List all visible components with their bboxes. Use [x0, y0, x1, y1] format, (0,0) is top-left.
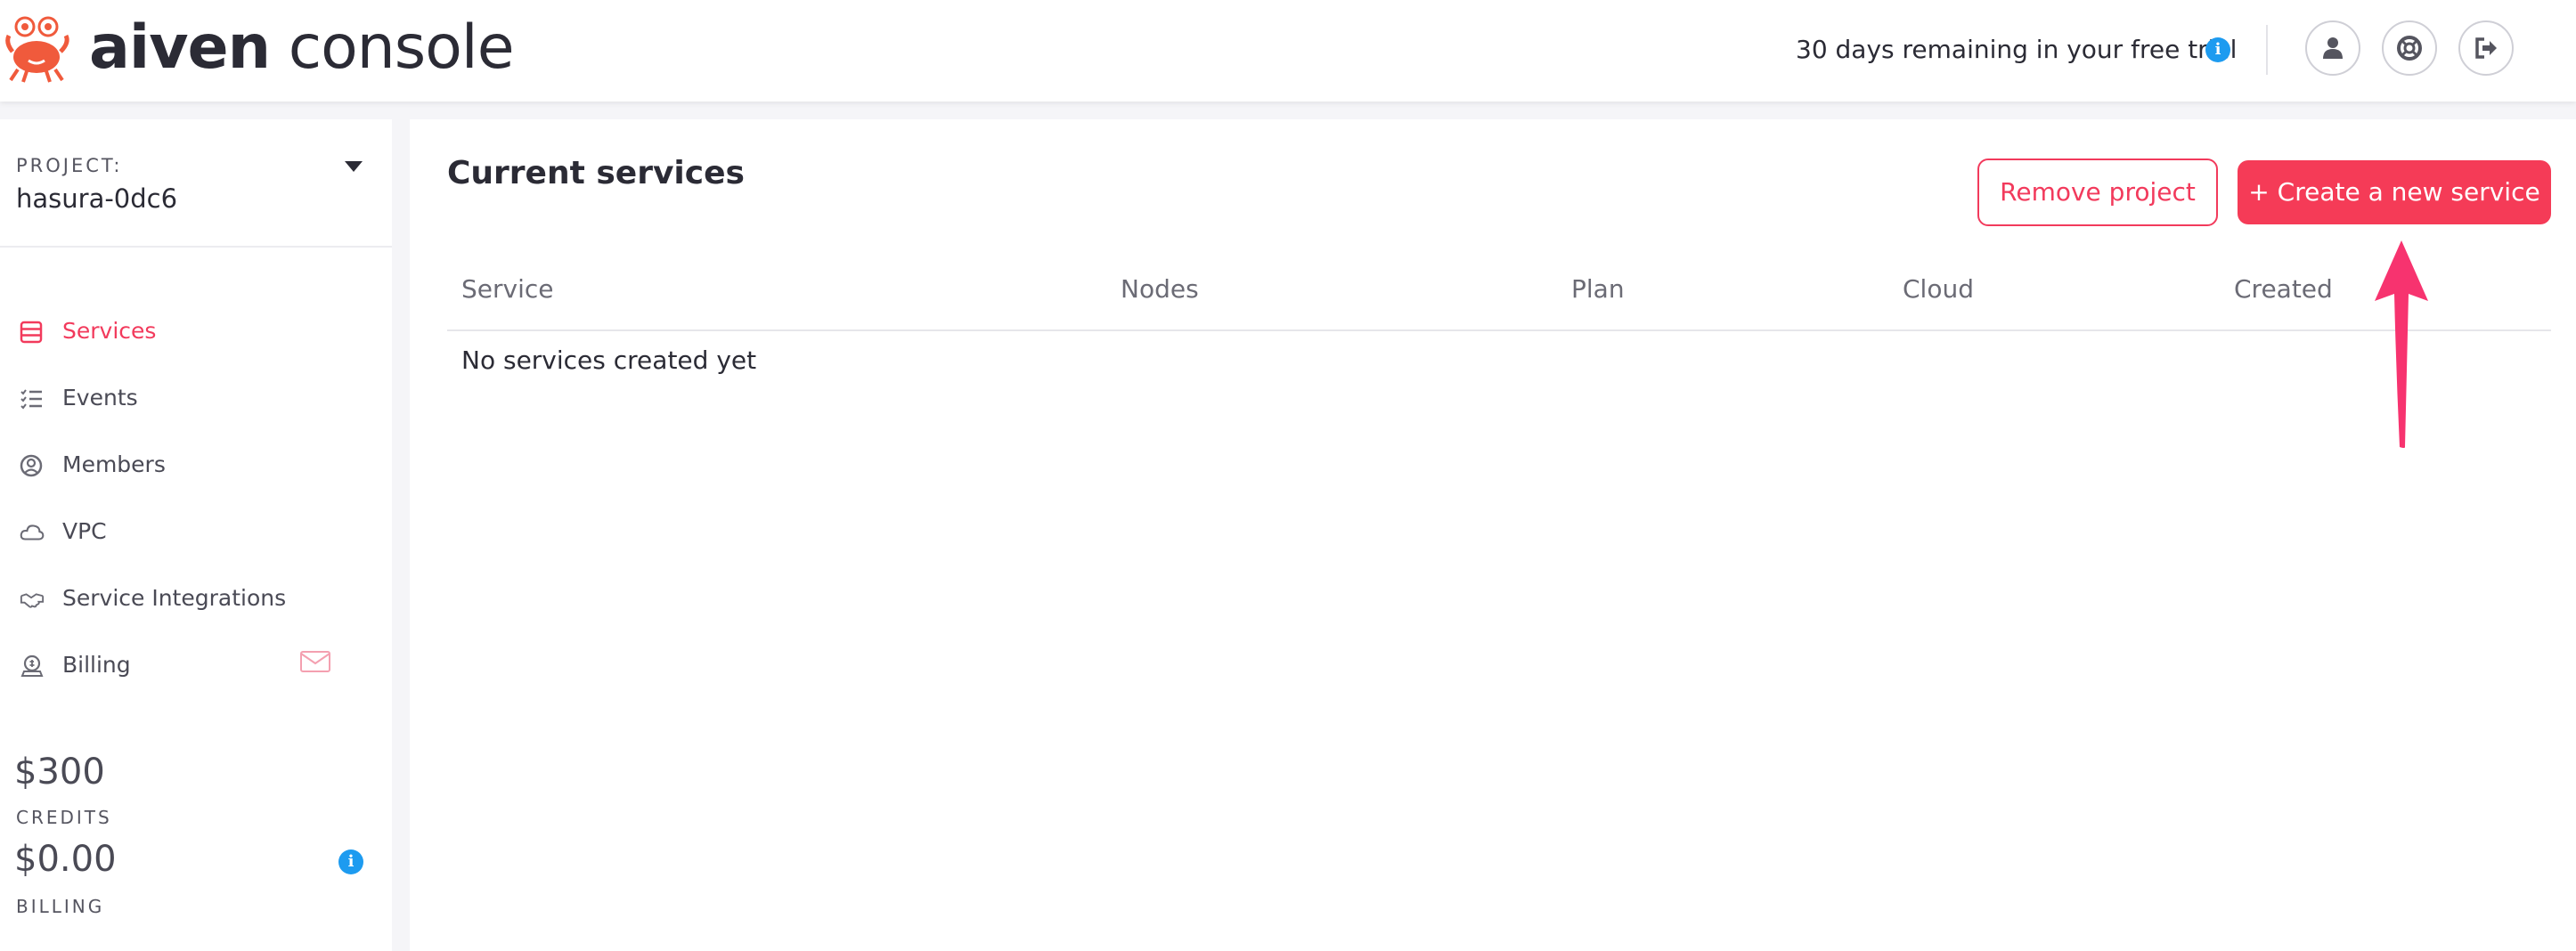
user-circle-icon [20, 454, 43, 477]
project-label: PROJECT: [16, 155, 123, 176]
sidebar-item-events[interactable]: Events [20, 380, 358, 416]
billing-amount: $0.00 [14, 839, 117, 880]
checklist-icon [20, 389, 42, 410]
billing-info-icon[interactable]: i [338, 849, 363, 874]
main-panel: Current services Remove project + Create… [410, 119, 2576, 951]
column-header-created[interactable]: Created [2234, 274, 2333, 304]
credits-amount: $300 [14, 752, 105, 792]
lifebuoy-icon [2397, 36, 2422, 61]
sidebar-item-services[interactable]: Services [20, 313, 358, 349]
profile-button[interactable] [2305, 20, 2360, 76]
crab-logo-icon[interactable] [4, 16, 75, 84]
server-list-icon [20, 321, 43, 344]
logout-button[interactable] [2458, 20, 2514, 76]
sidebar-item-label: Events [62, 385, 138, 410]
sidebar-item-label: VPC [62, 518, 107, 544]
logout-icon [2475, 37, 2497, 59]
trial-info-icon[interactable]: i [2205, 37, 2230, 62]
create-service-button[interactable]: + Create a new service [2238, 160, 2551, 224]
handshake-icon [20, 593, 45, 608]
sidebar-item-label: Members [62, 451, 166, 477]
brand-light: console [288, 12, 515, 83]
sidebar-item-label: Billing [62, 652, 131, 678]
chevron-down-icon[interactable] [344, 160, 363, 173]
header-divider [2266, 25, 2268, 75]
brand-bold: aiven [89, 12, 271, 83]
remove-project-button[interactable]: Remove project [1977, 158, 2218, 226]
sidebar-item-label: Service Integrations [62, 585, 287, 611]
user-icon [2323, 37, 2343, 59]
sidebar-item-members[interactable]: Members [20, 447, 358, 483]
support-button[interactable] [2382, 20, 2437, 76]
cloud-icon [20, 524, 45, 541]
column-header-plan[interactable]: Plan [1571, 274, 1625, 304]
sidebar: PROJECT: hasura-0dc6 Services Events Mem… [0, 119, 392, 951]
column-header-service[interactable]: Service [461, 274, 553, 304]
sidebar-item-service-integrations[interactable]: Service Integrations [20, 581, 358, 616]
top-header: aiven console 30 days remaining in your … [0, 0, 2576, 102]
page-title: Current services [447, 155, 745, 191]
column-header-cloud[interactable]: Cloud [1903, 274, 1974, 304]
trial-status-text: 30 days remaining in your free trial [1796, 35, 2238, 64]
credits-label: CREDITS [16, 807, 112, 828]
project-selector[interactable]: hasura-0dc6 [16, 183, 177, 214]
annotation-arrow-icon [2375, 240, 2428, 448]
brand-name[interactable]: aiven console [89, 11, 515, 85]
sidebar-item-label: Services [62, 318, 157, 344]
sidebar-item-vpc[interactable]: VPC [20, 514, 358, 549]
mail-icon[interactable] [299, 649, 331, 674]
sidebar-divider [0, 246, 392, 248]
table-header-divider [447, 329, 2551, 331]
column-header-nodes[interactable]: Nodes [1121, 274, 1199, 304]
billing-label: BILLING [16, 896, 105, 917]
billing-icon [20, 654, 44, 677]
empty-state-message: No services created yet [461, 345, 757, 375]
